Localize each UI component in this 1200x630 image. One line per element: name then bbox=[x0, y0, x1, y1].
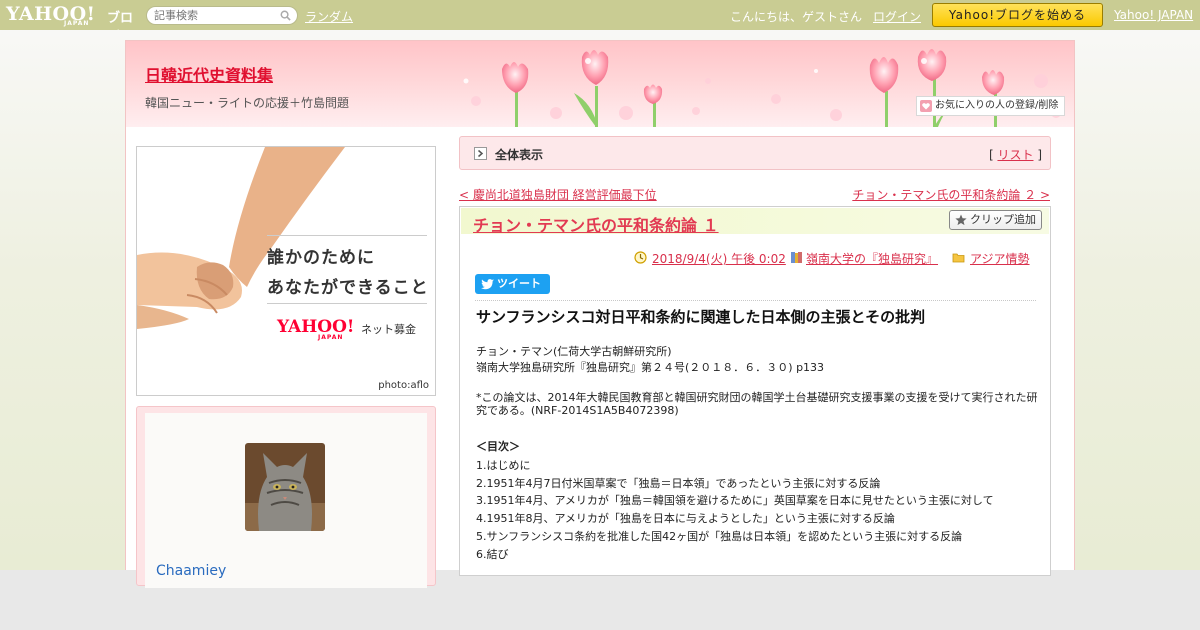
arrow-box-icon bbox=[474, 147, 487, 160]
toc-item: 4.1951年8月、アメリカが「独島を日本に与えようとした」という主張に対する反… bbox=[476, 512, 895, 525]
search-box bbox=[146, 6, 298, 25]
book-icon bbox=[791, 252, 802, 263]
article: チョン・テマン氏の平和条約論 １ クリップ追加 2018/9/4(火) 午後 0… bbox=[459, 206, 1051, 576]
top-bar: YAHOO! JAPAN ブログ ランダム こんにちは、ゲストさん ログイン Y… bbox=[0, 0, 1200, 45]
article-note: *この論文は、2014年大韓民国教育部と韓国研究財団の韓国学土台基礎研究支援事業… bbox=[476, 391, 1038, 417]
net-donation-ad[interactable]: 誰かのために あなたができること YAHOO! JAPAN ネット募金 phot… bbox=[136, 146, 436, 396]
article-date-link[interactable]: 2018/9/4(火) 午後 0:02 bbox=[652, 250, 786, 267]
article-title[interactable]: チョン・テマン氏の平和条約論 １ bbox=[473, 212, 719, 236]
list-link[interactable]: リスト bbox=[997, 148, 1033, 162]
clip-add-button[interactable]: クリップ追加 bbox=[949, 210, 1042, 230]
ad-yahoo-japan-text: JAPAN bbox=[318, 334, 344, 341]
start-blog-button[interactable]: Yahoo!ブログを始める bbox=[932, 3, 1103, 27]
tweet-label: ツイート bbox=[497, 277, 541, 290]
blog-description: 韓国ニュー・ライトの応援＋竹島問題 bbox=[145, 96, 350, 110]
prev-article-link[interactable]: < 慶尚北道独島財団 経営評価最下位 bbox=[459, 186, 657, 203]
profile-inner: Chaamiey bbox=[145, 413, 427, 588]
full-view-bar: 全体表示 [ リスト ] bbox=[459, 136, 1051, 170]
star-icon bbox=[955, 214, 967, 226]
avatar[interactable] bbox=[245, 443, 325, 531]
ad-rule-top bbox=[267, 235, 427, 236]
heart-icon bbox=[920, 100, 932, 112]
random-link[interactable]: ランダム bbox=[305, 8, 353, 25]
full-view-label: 全体表示 bbox=[495, 148, 544, 162]
tweet-button[interactable]: ツイート bbox=[475, 274, 550, 294]
next-article-link[interactable]: チョン・テマン氏の平和条約論 ２ > bbox=[852, 186, 1050, 203]
greeting-text: こんにちは、ゲストさん bbox=[730, 10, 863, 24]
favorite-register-button[interactable]: お気に入りの人の登録/削除 bbox=[916, 96, 1065, 116]
list-toggle: [ リスト ] bbox=[989, 146, 1042, 163]
favorite-label: お気に入りの人の登録/削除 bbox=[935, 100, 1059, 111]
handshake-image bbox=[137, 147, 345, 329]
category-link-asia[interactable]: アジア情勢 bbox=[970, 250, 1030, 267]
toc-item: 6.結び bbox=[476, 548, 509, 561]
login-link[interactable]: ログイン bbox=[873, 8, 921, 25]
twitter-bird-icon bbox=[481, 279, 494, 290]
list-bracket-close: ] bbox=[1037, 148, 1042, 162]
article-source: 嶺南大学独島研究所『独島研究』第２４号(２０１８．６．３０) p133 bbox=[476, 361, 825, 374]
blog-container: 日韓近代史資料集 韓国ニュー・ライトの応援＋竹島問題 お気に入りの人の登録/削除… bbox=[125, 40, 1075, 588]
toc-item: 2.1951年4月7日付米国草案で「独島＝日本領」であったという主張に対する反論 bbox=[476, 477, 881, 490]
yahoo-japan-link[interactable]: Yahoo! JAPAN bbox=[1114, 8, 1193, 22]
article-title-bar: チョン・テマン氏の平和条約論 １ クリップ追加 bbox=[461, 208, 1049, 236]
profile-box: Chaamiey bbox=[136, 406, 436, 588]
article-author: チョン・テマン(仁荷大学古朝鮮研究所) bbox=[476, 345, 672, 358]
search-input[interactable] bbox=[154, 7, 278, 24]
clip-add-label: クリップ追加 bbox=[970, 213, 1036, 226]
list-bracket-open: [ bbox=[988, 148, 994, 162]
clock-icon bbox=[634, 251, 647, 264]
article-heading: サンフランシスコ対日平和条約に関連した日本側の主張とその批判 bbox=[476, 308, 926, 326]
logo-japan-text: JAPAN bbox=[64, 20, 90, 27]
folder-icon bbox=[952, 253, 965, 263]
category-link-dokdo-research[interactable]: 嶺南大学の『独島研究』 bbox=[806, 250, 938, 267]
profile-username[interactable]: Chaamiey bbox=[156, 563, 226, 579]
blog-title-link[interactable]: 日韓近代史資料集 bbox=[145, 62, 273, 86]
yahoo-blog-logo[interactable]: YAHOO! JAPAN ブログ bbox=[6, 3, 140, 45]
toc-title: ＜目次＞ bbox=[476, 440, 520, 453]
article-divider bbox=[475, 300, 1036, 301]
ad-service-name: ネット募金 bbox=[361, 323, 416, 336]
ad-photo-credit: photo:aflo bbox=[378, 380, 429, 391]
toc-item: 5.サンフランシスコ条約を批准した国42ヶ国が「独島は日本領」を認めたという主張… bbox=[476, 530, 963, 543]
toc-item: 1.はじめに bbox=[476, 459, 531, 472]
ad-line-1: 誰かのために bbox=[267, 248, 375, 268]
toc-item: 3.1951年4月、アメリカが「独島＝韓国領を避けるために」英国草案を日本に見せ… bbox=[476, 494, 994, 507]
ad-rule-bottom bbox=[267, 303, 427, 304]
ad-line-2: あなたができること bbox=[267, 278, 429, 298]
blog-header: 日韓近代史資料集 韓国ニュー・ライトの応援＋竹島問題 お気に入りの人の登録/削除 bbox=[126, 41, 1074, 127]
search-icon[interactable] bbox=[280, 10, 291, 21]
